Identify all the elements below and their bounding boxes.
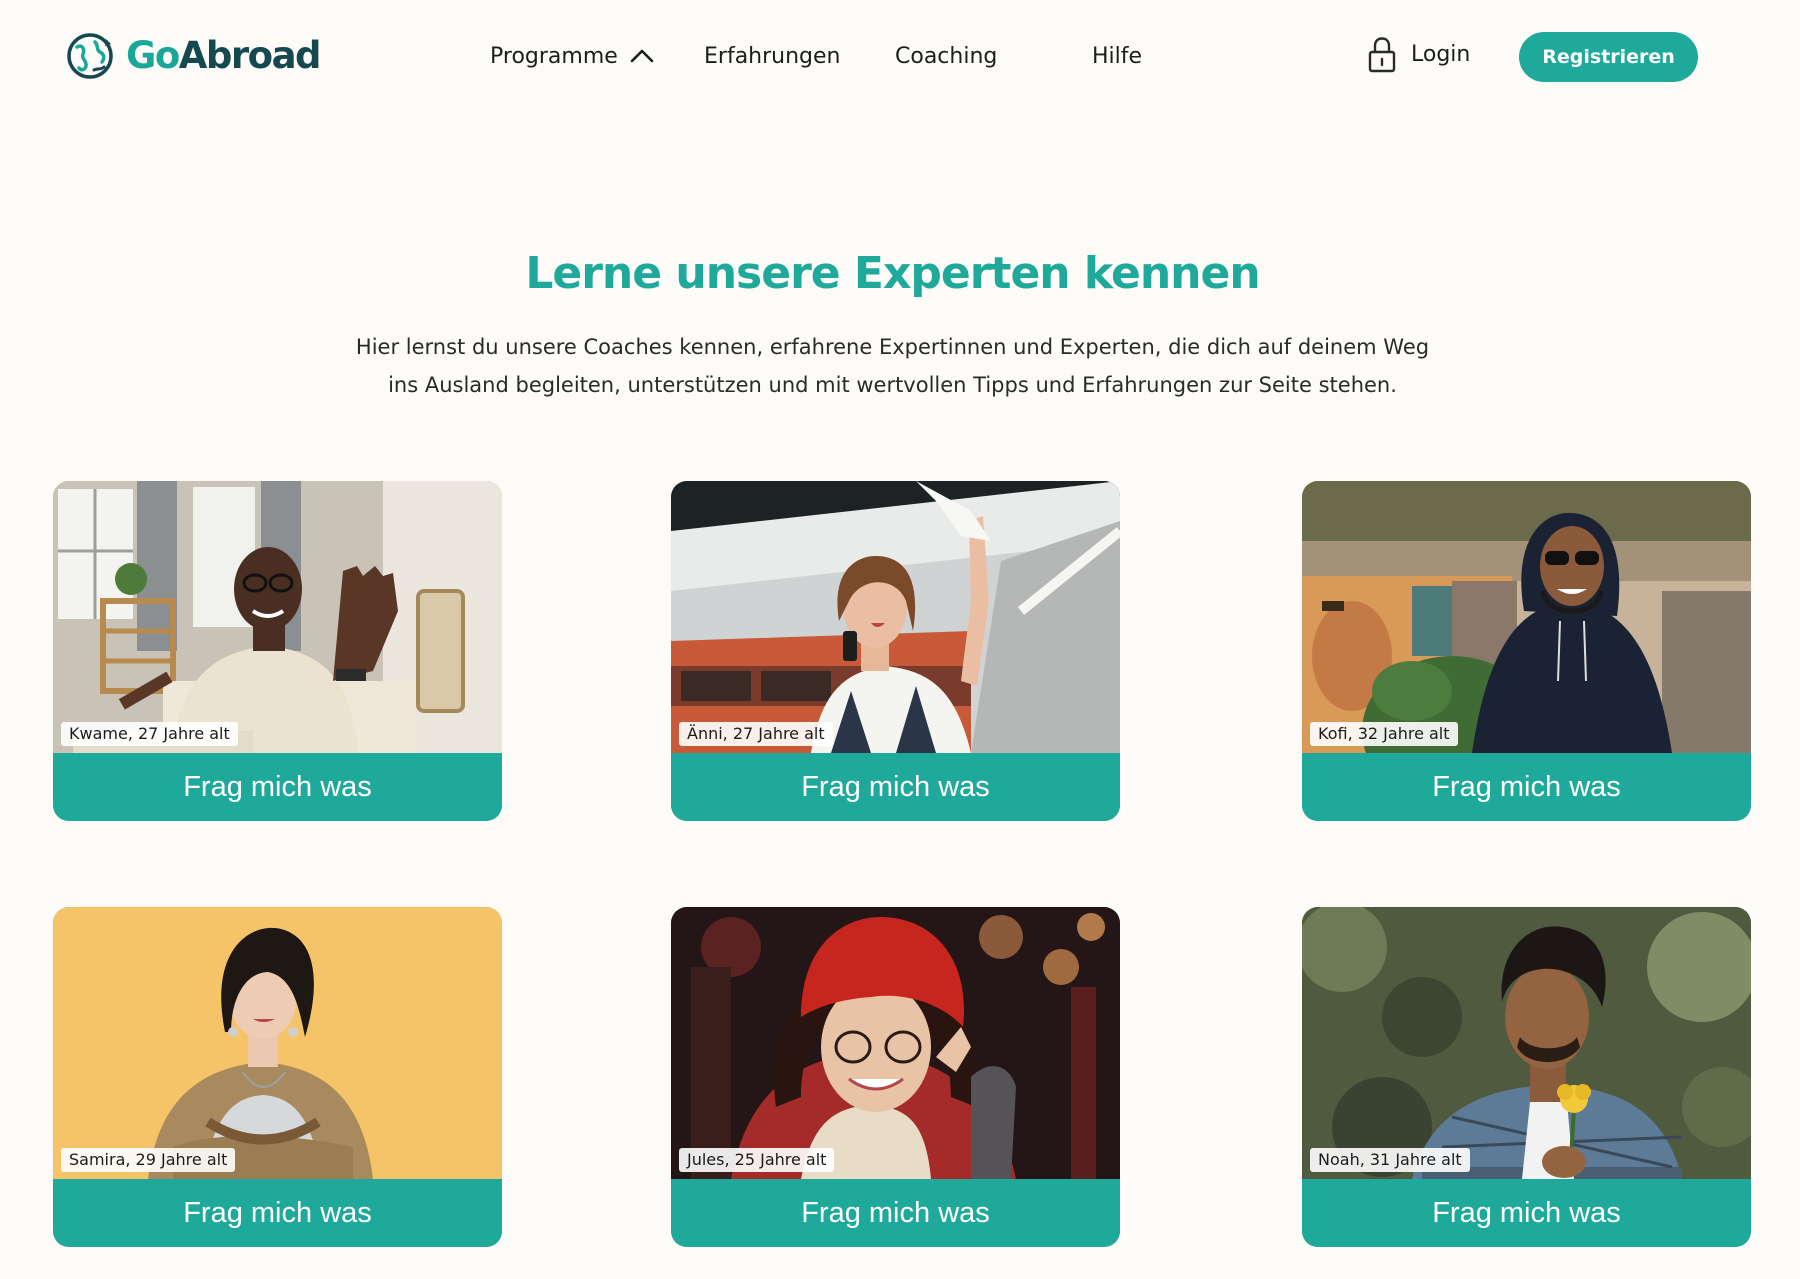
logo-text-abroad: Abroad bbox=[178, 34, 322, 77]
logo-link[interactable]: GoAbroad bbox=[64, 30, 322, 82]
coach-name-tag: Jules, 25 Jahre alt bbox=[679, 1148, 835, 1172]
ask-me-button-kofi[interactable]: Frag mich was bbox=[1302, 753, 1751, 821]
coach-card-kwame: Kwame, 27 Jahre alt Frag mich was bbox=[53, 481, 502, 821]
lock-icon bbox=[1367, 36, 1397, 74]
coach-photo-aenni: Änni, 27 Jahre alt bbox=[671, 481, 1120, 753]
login-label: Login bbox=[1411, 42, 1471, 67]
coach-card-aenni: Änni, 27 Jahre alt Frag mich was bbox=[671, 481, 1120, 821]
nav-hilfe[interactable]: Hilfe bbox=[1092, 42, 1142, 72]
coach-card-noah: Noah, 31 Jahre alt Frag mich was bbox=[1302, 907, 1751, 1247]
coach-photo-noah: Noah, 31 Jahre alt bbox=[1302, 907, 1751, 1179]
coach-photo-samira: Samira, 29 Jahre alt bbox=[53, 907, 502, 1179]
register-button[interactable]: Registrieren bbox=[1519, 32, 1698, 82]
coach-name-tag: Samira, 29 Jahre alt bbox=[61, 1148, 236, 1172]
logo-wordmark: GoAbroad bbox=[126, 30, 322, 82]
section-title: Lerne unsere Experten kennen bbox=[525, 248, 1260, 299]
login-link[interactable]: Login bbox=[1367, 36, 1470, 74]
coach-name-tag: Änni, 27 Jahre alt bbox=[679, 722, 833, 746]
ask-me-button-jules[interactable]: Frag mich was bbox=[671, 1179, 1120, 1247]
ask-me-button-aenni[interactable]: Frag mich was bbox=[671, 753, 1120, 821]
nav-erfahrungen[interactable]: Erfahrungen bbox=[704, 42, 841, 72]
ask-me-button-samira[interactable]: Frag mich was bbox=[53, 1179, 502, 1247]
nav-programme[interactable]: Programme bbox=[490, 42, 618, 72]
ask-me-button-kwame[interactable]: Frag mich was bbox=[53, 753, 502, 821]
coach-photo-kofi: Kofi, 32 Jahre alt bbox=[1302, 481, 1751, 753]
chevron-up-icon[interactable] bbox=[628, 44, 656, 68]
coach-card-samira: Samira, 29 Jahre alt Frag mich was bbox=[53, 907, 502, 1247]
globe-logo-icon bbox=[64, 30, 116, 82]
coach-photo-kwame: Kwame, 27 Jahre alt bbox=[53, 481, 502, 753]
coach-card-kofi: Kofi, 32 Jahre alt Frag mich was bbox=[1302, 481, 1751, 821]
site-header: GoAbroad Programme Erfahrungen Coaching … bbox=[0, 0, 1800, 115]
coach-name-tag: Kofi, 32 Jahre alt bbox=[1310, 722, 1458, 746]
ask-me-button-noah[interactable]: Frag mich was bbox=[1302, 1179, 1751, 1247]
section-description: Hier lernst du unsere Coaches kennen, er… bbox=[355, 335, 1430, 397]
coach-name-tag: Kwame, 27 Jahre alt bbox=[61, 722, 238, 746]
coach-card-jules: Jules, 25 Jahre alt Frag mich was bbox=[671, 907, 1120, 1247]
coach-name-tag: Noah, 31 Jahre alt bbox=[1310, 1148, 1470, 1172]
nav-coaching[interactable]: Coaching bbox=[895, 42, 997, 72]
coach-photo-jules: Jules, 25 Jahre alt bbox=[671, 907, 1120, 1179]
logo-text-go: Go bbox=[126, 34, 180, 77]
